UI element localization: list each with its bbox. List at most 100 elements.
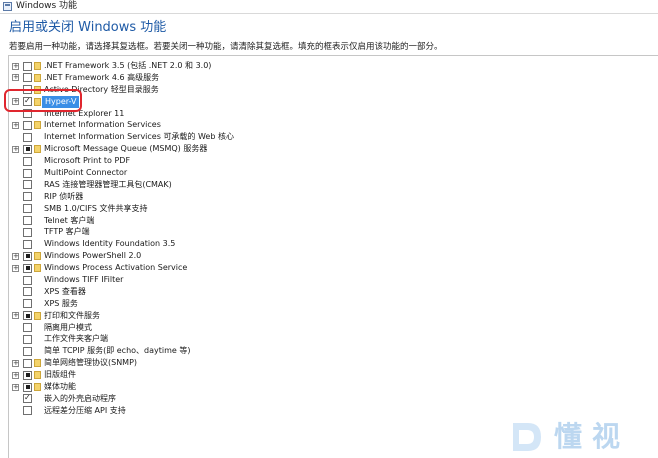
feature-row[interactable]: + .NET Framework 3.5 (包括 .NET 2.0 和 3.0) [0,60,658,72]
feature-label: 隔离用户模式 [44,322,92,332]
feature-label: MultiPoint Connector [44,168,128,178]
feature-checkbox[interactable] [23,61,32,71]
features-list: + .NET Framework 3.5 (包括 .NET 2.0 和 3.0) +… [0,60,658,417]
feature-row[interactable]: + 旧版组件 [0,369,658,381]
expand-icon[interactable]: + [12,371,19,379]
feature-row[interactable]: SMB 1.0/CIFS 文件共享支持 [0,203,658,215]
feature-row[interactable]: Internet Information Services 可承载的 Web 核… [0,131,658,143]
feature-checkbox[interactable] [23,358,32,368]
feature-label: .NET Framework 3.5 (包括 .NET 2.0 和 3.0) [44,61,212,70]
folder-icon [34,371,41,380]
feature-label: Microsoft Print to PDF [44,156,131,166]
expand-icon[interactable]: + [12,264,19,272]
feature-checkbox[interactable] [23,251,32,261]
feature-checkbox[interactable] [23,382,32,392]
folder-icon [34,252,41,261]
feature-row[interactable]: + Internet Information Services [0,119,658,131]
feature-checkbox[interactable] [23,263,32,273]
feature-row[interactable]: MultiPoint Connector [0,167,658,179]
feature-checkbox[interactable] [23,346,32,356]
feature-checkbox[interactable] [23,156,32,166]
feature-checkbox[interactable] [23,144,32,154]
feature-row[interactable]: 简单 TCPIP 服务(即 echo、daytime 等) [0,345,658,357]
feature-row[interactable]: + .NET Framework 4.6 高级服务 [0,72,658,84]
feature-row[interactable]: Telnet 客户端 [0,215,658,227]
folder-icon [34,264,41,273]
expand-icon[interactable]: + [12,359,19,367]
feature-row[interactable]: + 简单网络管理协议(SNMP) [0,357,658,369]
feature-row[interactable]: + Windows PowerShell 2.0 [0,250,658,262]
feature-checkbox[interactable] [23,180,32,190]
feature-checkbox[interactable] [23,370,32,380]
feature-label: XPS 服务 [44,298,78,308]
expand-icon[interactable]: + [12,121,19,129]
feature-row[interactable]: + Windows Process Activation Service [0,262,658,274]
feature-checkbox[interactable] [23,393,32,404]
feature-row[interactable]: 隔离用户模式 [0,322,658,334]
feature-checkbox[interactable] [23,275,32,285]
feature-label: Microsoft Message Queue (MSMQ) 服务器 [44,144,208,154]
feature-checkbox[interactable] [23,227,32,237]
feature-checkbox[interactable] [23,204,32,214]
expand-icon[interactable]: + [12,312,19,320]
feature-checkbox[interactable] [23,287,32,297]
feature-label: Internet Information Services 可承载的 Web 核… [44,132,234,142]
feature-label: RIP 侦听器 [44,191,84,201]
feature-row[interactable]: 工作文件夹客户端 [0,333,658,345]
watermark: 懂视 [510,418,658,458]
feature-checkbox[interactable] [23,299,32,309]
feature-checkbox[interactable] [23,120,32,130]
annotation-ring [4,89,82,112]
feature-row[interactable]: 远程差分压缩 API 支持 [0,405,658,417]
page-description: 若要启用一种功能，请选择其复选框。若要关闭一种功能，请清除其复选框。填充的框表示… [9,42,443,52]
feature-checkbox[interactable] [23,323,32,333]
feature-label: Windows Process Activation Service [44,263,188,273]
expand-icon[interactable]: + [12,383,19,391]
expand-icon[interactable]: + [12,252,19,260]
feature-label: Internet Information Services [44,120,161,130]
feature-checkbox[interactable] [23,406,32,416]
feature-checkbox[interactable] [23,132,32,142]
feature-label: Windows TIFF IFilter [44,275,124,285]
page-heading: 启用或关闭 Windows 功能 [9,20,167,35]
feature-label: 媒体功能 [44,382,76,392]
folder-icon [34,359,41,368]
folder-icon [34,121,41,130]
feature-label: XPS 查看器 [44,286,86,296]
feature-row[interactable]: RIP 侦听器 [0,191,658,203]
expand-icon[interactable]: + [12,145,19,153]
folder-icon [34,73,41,82]
feature-checkbox[interactable] [23,334,32,344]
feature-row[interactable]: Windows TIFF IFilter [0,274,658,286]
feature-row[interactable]: Active Directory 轻型目录服务 [0,84,658,96]
feature-row[interactable]: + 打印和文件服务 [0,310,658,322]
feature-row[interactable]: Windows Identity Foundation 3.5 [0,238,658,250]
feature-row[interactable]: XPS 查看器 [0,286,658,298]
feature-row[interactable]: TFTP 客户端 [0,226,658,238]
windows-features-icon [3,2,12,11]
expand-icon[interactable]: + [12,74,19,82]
feature-checkbox[interactable] [23,216,32,226]
feature-row[interactable]: +Hyper-V [0,95,658,108]
feature-label: SMB 1.0/CIFS 文件共享支持 [44,203,148,213]
feature-checkbox[interactable] [23,239,32,249]
feature-label: 简单 TCPIP 服务(即 echo、daytime 等) [44,346,191,356]
title-bar: Windows 功能 [0,0,658,14]
feature-row[interactable]: 嵌入的外壳启动程序 [0,393,658,405]
feature-row[interactable]: Microsoft Print to PDF [0,155,658,167]
feature-label: 简单网络管理协议(SNMP) [44,358,138,368]
feature-checkbox[interactable] [23,192,32,202]
feature-label: 旧版组件 [44,370,76,380]
feature-label: Windows Identity Foundation 3.5 [44,239,176,249]
feature-row[interactable]: XPS 服务 [0,298,658,310]
feature-row[interactable]: Internet Explorer 11 [0,108,658,120]
feature-row[interactable]: + 媒体功能 [0,381,658,393]
feature-row[interactable]: + Microsoft Message Queue (MSMQ) 服务器 [0,143,658,155]
feature-row[interactable]: RAS 连接管理器管理工具包(CMAK) [0,179,658,191]
feature-label: RAS 连接管理器管理工具包(CMAK) [44,179,172,189]
feature-checkbox[interactable] [23,168,32,178]
expand-icon[interactable]: + [12,62,19,70]
feature-label: .NET Framework 4.6 高级服务 [44,72,160,82]
feature-checkbox[interactable] [23,73,32,83]
feature-checkbox[interactable] [23,311,32,321]
